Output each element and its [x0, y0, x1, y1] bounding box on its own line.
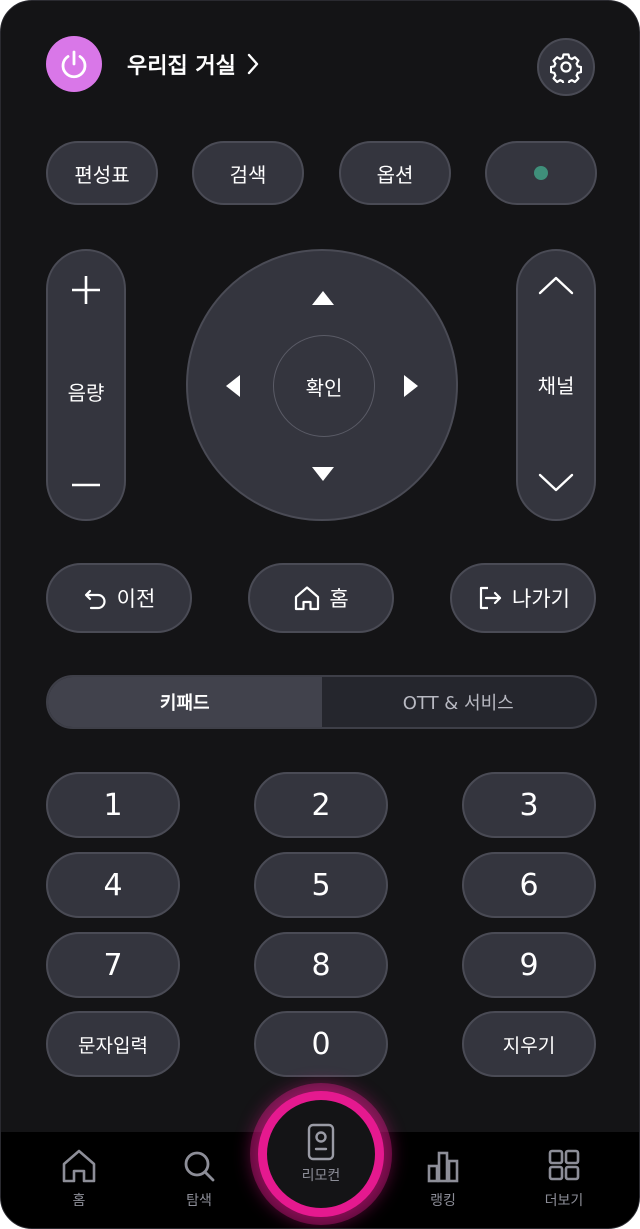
ok-label: 확인 [305, 375, 343, 400]
settings-button[interactable] [537, 38, 595, 96]
key-5-label: 5 [311, 867, 331, 903]
color-key-button[interactable] [485, 141, 597, 205]
guide-label: 편성표 [74, 162, 130, 187]
chevron-down-icon[interactable] [537, 471, 575, 495]
nav-more-label: 더보기 [544, 1193, 584, 1209]
key-2-label: 2 [311, 787, 331, 823]
nav-remote[interactable]: 리모컨 [258, 1091, 384, 1217]
remote-screen: 우리집 거실 편성표 검색 옵션 음량 확인 채널 이전 홈 나가기 키패드 O… [0, 0, 640, 1229]
room-selector[interactable]: 우리집 거실 [127, 49, 260, 79]
nav-home-label: 홈 [72, 1193, 86, 1209]
tab-keypad-label: 키패드 [159, 693, 210, 714]
nav-explore-label: 탐색 [186, 1193, 212, 1209]
back-label: 이전 [116, 587, 156, 611]
mode-tabs: 키패드 OTT & 서비스 [46, 675, 597, 729]
down-arrow-icon[interactable] [312, 467, 334, 481]
volume-label: 음량 [67, 380, 105, 405]
bar-chart-icon [427, 1151, 459, 1183]
key-2[interactable]: 2 [254, 772, 388, 838]
key-3-label: 3 [519, 787, 539, 823]
key-4[interactable]: 4 [46, 852, 180, 918]
power-icon [61, 50, 87, 79]
search-label: 검색 [229, 162, 267, 187]
key-4-label: 4 [103, 867, 123, 903]
exit-icon [479, 586, 502, 610]
room-name: 우리집 거실 [127, 54, 236, 79]
home-label: 홈 [329, 587, 349, 611]
key-8[interactable]: 8 [254, 932, 388, 998]
plus-icon[interactable] [69, 273, 103, 307]
grid-icon [548, 1149, 580, 1181]
nav-home[interactable]: 홈 [29, 1148, 129, 1218]
tab-keypad[interactable]: 키패드 [48, 677, 322, 727]
remote-icon [307, 1123, 335, 1161]
nav-more[interactable]: 더보기 [514, 1148, 614, 1218]
text-input-button[interactable]: 문자입력 [46, 1011, 180, 1077]
key-6-label: 6 [519, 867, 539, 903]
key-7[interactable]: 7 [46, 932, 180, 998]
options-label: 옵션 [376, 162, 414, 187]
key-9[interactable]: 9 [462, 932, 596, 998]
ok-button[interactable]: 확인 [273, 335, 375, 437]
delete-label: 지우기 [502, 1034, 556, 1057]
home-icon [62, 1149, 96, 1183]
key-5[interactable]: 5 [254, 852, 388, 918]
tab-ott-services[interactable]: OTT & 서비스 [322, 677, 596, 727]
search-icon [184, 1151, 215, 1182]
gear-icon [550, 53, 582, 83]
key-1-label: 1 [103, 787, 123, 823]
options-button[interactable]: 옵션 [339, 141, 451, 205]
key-9-label: 9 [519, 947, 539, 983]
exit-label: 나가기 [512, 587, 570, 611]
key-1[interactable]: 1 [46, 772, 180, 838]
text-input-label: 문자입력 [78, 1034, 148, 1057]
key-6[interactable]: 6 [462, 852, 596, 918]
exit-button[interactable]: 나가기 [450, 563, 596, 633]
left-arrow-icon[interactable] [226, 375, 240, 397]
home-icon [295, 586, 320, 611]
minus-icon[interactable] [69, 475, 103, 495]
back-button[interactable]: 이전 [46, 563, 192, 633]
guide-button[interactable]: 편성표 [46, 141, 158, 205]
chevron-right-icon [247, 53, 259, 75]
delete-button[interactable]: 지우기 [462, 1011, 596, 1077]
right-arrow-icon[interactable] [404, 375, 418, 397]
tab-ott-label: OTT & 서비스 [402, 693, 514, 714]
chevron-up-icon[interactable] [537, 273, 575, 297]
key-3[interactable]: 3 [462, 772, 596, 838]
key-0-label: 0 [311, 1026, 331, 1062]
key-7-label: 7 [103, 947, 123, 983]
search-button[interactable]: 검색 [192, 141, 304, 205]
home-button[interactable]: 홈 [248, 563, 394, 633]
channel-label: 채널 [537, 373, 575, 398]
nav-ranking-label: 랭킹 [430, 1193, 456, 1209]
key-8-label: 8 [311, 947, 331, 983]
nav-remote-label: 리모컨 [301, 1168, 341, 1184]
up-arrow-icon[interactable] [312, 291, 334, 305]
key-0[interactable]: 0 [254, 1011, 388, 1077]
green-dot-icon [534, 166, 548, 180]
volume-control: 음량 [46, 249, 126, 521]
nav-explore[interactable]: 탐색 [149, 1148, 249, 1218]
channel-control: 채널 [516, 249, 596, 521]
power-button[interactable] [46, 36, 102, 92]
nav-ranking[interactable]: 랭킹 [393, 1148, 493, 1218]
back-icon [84, 589, 106, 610]
direction-pad: 확인 [186, 249, 458, 521]
